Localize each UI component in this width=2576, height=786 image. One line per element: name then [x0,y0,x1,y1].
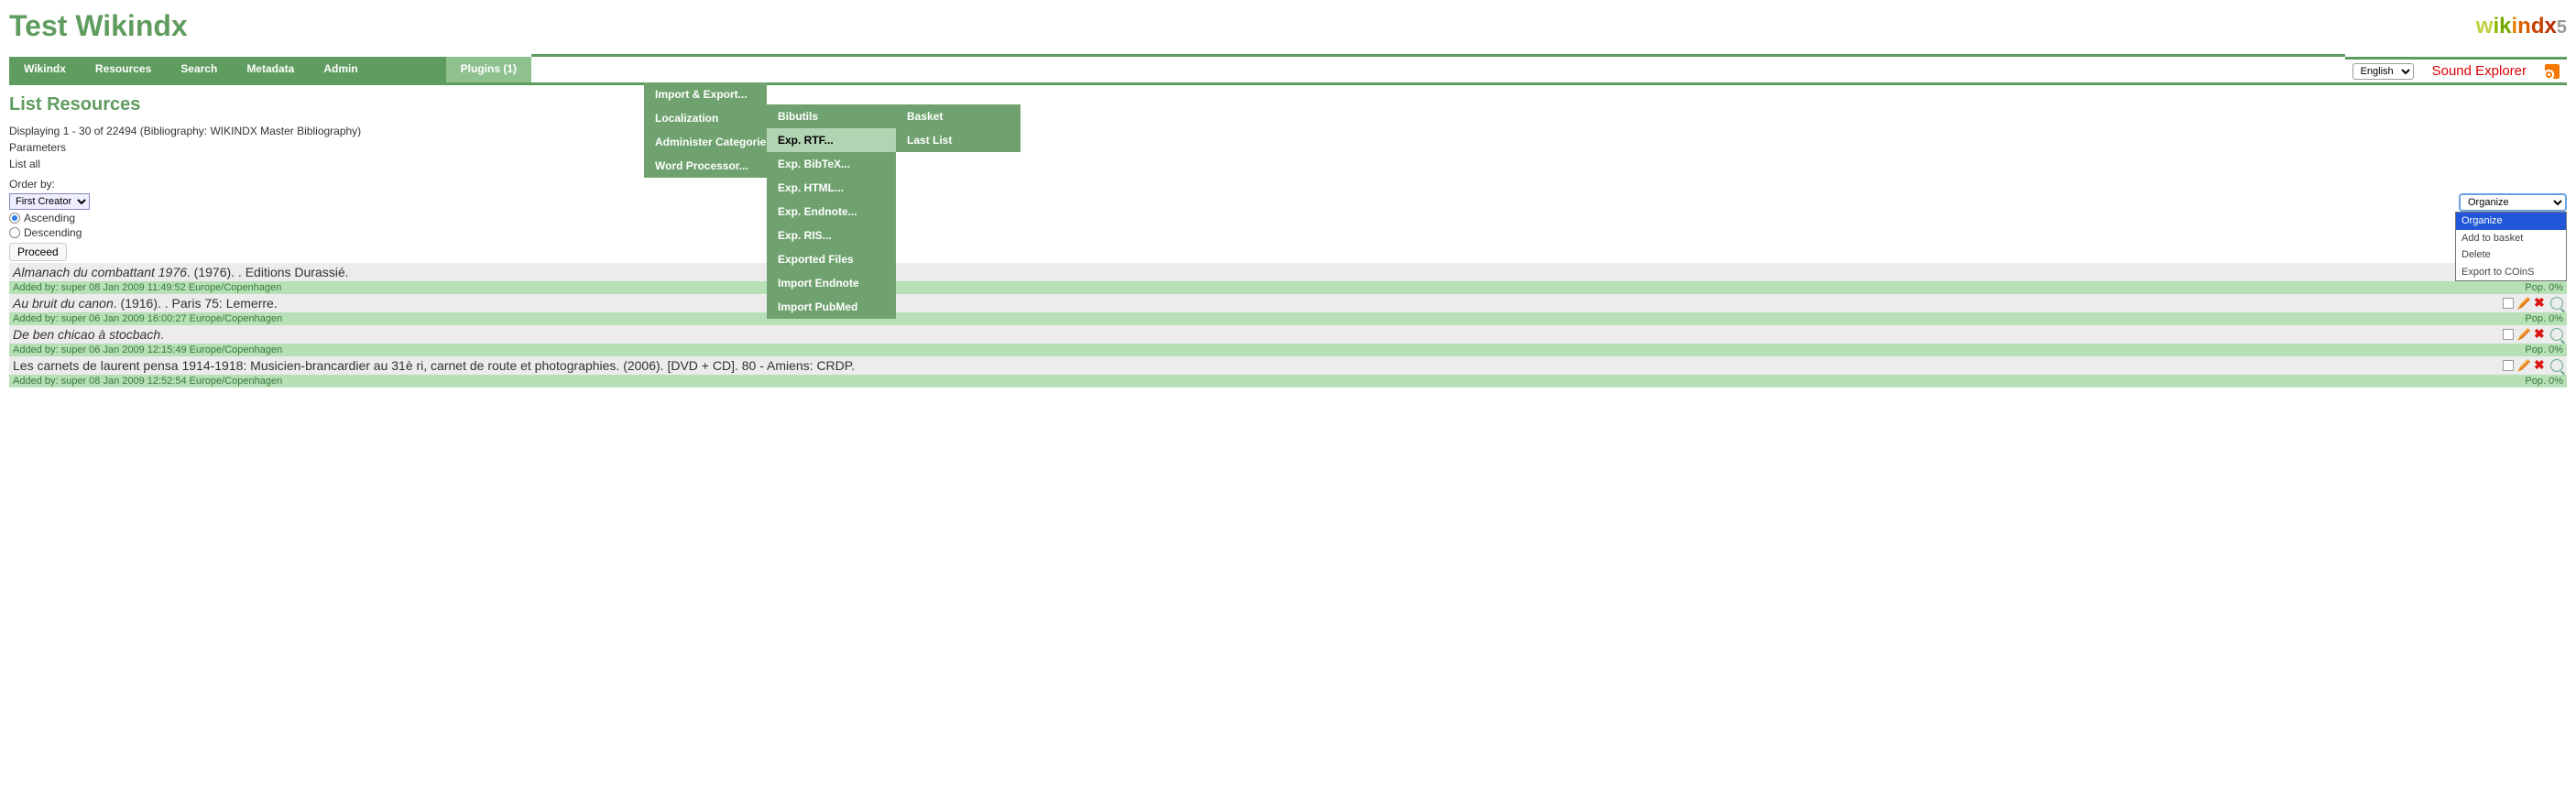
citation-text[interactable]: Almanach du combattant 1976. (1976). . E… [13,265,349,279]
resource-meta: Added by: super 06 Jan 2009 12:15:49 Eur… [9,344,2567,356]
added-by: Added by: super 08 Jan 2009 12:52:54 Eur… [13,376,282,387]
menu-bibutils[interactable]: Bibutils [767,104,896,128]
row-checkbox[interactable] [2503,298,2514,309]
menu-exported-files[interactable]: Exported Files [767,247,896,271]
popularity: Pop. 0% [2525,313,2563,324]
resource-row: De ben chicao à stocbach. ✖ [9,325,2567,344]
ascending-label: Ascending [24,212,75,224]
nav-metadata[interactable]: Metadata [232,57,309,82]
row-checkbox[interactable] [2503,360,2514,371]
delete-icon[interactable]: ✖ [2534,328,2547,341]
list-all-link[interactable]: List all [9,156,361,172]
rss-icon[interactable] [2545,64,2560,79]
page-title: Test Wikindx [9,9,188,43]
delete-icon[interactable]: ✖ [2534,297,2547,310]
opt-export-coins[interactable]: Export to COinS [2456,264,2566,281]
proceed-button[interactable]: Proceed [9,243,67,261]
citation-text[interactable]: De ben chicao à stocbach. [13,327,164,342]
view-icon[interactable] [2550,359,2563,372]
opt-add-basket[interactable]: Add to basket [2456,230,2566,247]
view-icon[interactable] [2550,297,2563,310]
organize-select[interactable]: Organize [2459,193,2567,212]
resource-row: Au bruit du canon. (1916). . Paris 75: L… [9,294,2567,312]
resource-list: Almanach du combattant 1976. (1976). . E… [9,263,2567,388]
nav-plugins[interactable]: Plugins (1) [446,57,531,82]
view-icon[interactable] [2550,328,2563,341]
popularity: Pop. 0% [2525,376,2563,387]
citation-text[interactable]: Au bruit du canon. (1916). . Paris 75: L… [13,296,278,311]
rtf-dropdown: Basket Last List [896,104,1021,152]
menu-last-list[interactable]: Last List [896,128,1021,152]
resource-row: Almanach du combattant 1976. (1976). . E… [9,263,2567,281]
language-select[interactable]: English [2352,63,2414,80]
parameters-label: Parameters [9,139,361,156]
section-heading: List Resources [9,94,361,115]
menu-localization[interactable]: Localization [644,106,767,130]
menu-admin-categories[interactable]: Administer Categories... [644,130,767,154]
radio-descending[interactable] [9,227,20,238]
sound-explorer-link[interactable]: Sound Explorer [2432,63,2527,79]
nav-admin[interactable]: Admin [309,57,372,82]
menu-import-pubmed[interactable]: Import PubMed [767,295,896,319]
menu-basket[interactable]: Basket [896,104,1021,128]
resource-meta: Added by: super 08 Jan 2009 12:52:54 Eur… [9,375,2567,388]
opt-delete[interactable]: Delete [2456,246,2566,264]
main-nav: Wikindx Resources Search Metadata Admin … [9,57,2567,85]
opt-organize[interactable]: Organize [2456,213,2566,230]
delete-icon[interactable]: ✖ [2534,359,2547,372]
citation-text[interactable]: Les carnets de laurent pensa 1914-1918: … [13,358,855,373]
menu-exp-rtf[interactable]: Exp. RTF... [767,128,896,152]
added-by: Added by: super 06 Jan 2009 12:15:49 Eur… [13,344,282,355]
popularity: Pop. 0% [2525,344,2563,355]
nav-search[interactable]: Search [166,57,232,82]
popularity: Pop. 0% [2525,282,2563,293]
menu-exp-bibtex[interactable]: Exp. BibTeX... [767,152,896,176]
menu-import-export[interactable]: Import & Export... [644,82,767,106]
added-by: Added by: super 08 Jan 2009 11:49:52 Eur… [13,282,281,293]
organize-popup: Organize Add to basket Delete Export to … [2455,212,2567,281]
import-export-dropdown: Bibutils Exp. RTF... Exp. BibTeX... Exp.… [767,104,896,319]
menu-import-endnote[interactable]: Import Endnote [767,271,896,295]
order-by-label: Order by: [9,178,55,191]
plugins-dropdown: Import & Export... Localization Administ… [644,82,767,178]
resource-row: Les carnets de laurent pensa 1914-1918: … [9,356,2567,375]
descending-label: Descending [24,226,82,239]
row-checkbox[interactable] [2503,329,2514,340]
wikindx-logo: wikindx5 [2476,14,2567,39]
resource-meta: Added by: super 08 Jan 2009 11:49:52 Eur… [9,281,2567,294]
edit-icon[interactable] [2517,297,2530,310]
displaying-info: Displaying 1 - 30 of 22494 (Bibliography… [9,123,361,139]
menu-word-processor[interactable]: Word Processor... [644,154,767,178]
menu-exp-ris[interactable]: Exp. RIS... [767,224,896,247]
order-by-select[interactable]: First Creator [9,193,90,210]
nav-resources[interactable]: Resources [81,57,166,82]
resource-meta: Added by: super 06 Jan 2009 16:00:27 Eur… [9,312,2567,325]
radio-ascending[interactable] [9,213,20,224]
added-by: Added by: super 06 Jan 2009 16:00:27 Eur… [13,313,282,324]
edit-icon[interactable] [2517,359,2530,372]
menu-exp-html[interactable]: Exp. HTML... [767,176,896,200]
menu-exp-endnote[interactable]: Exp. Endnote... [767,200,896,224]
nav-wikindx[interactable]: Wikindx [9,57,81,82]
edit-icon[interactable] [2517,328,2530,341]
